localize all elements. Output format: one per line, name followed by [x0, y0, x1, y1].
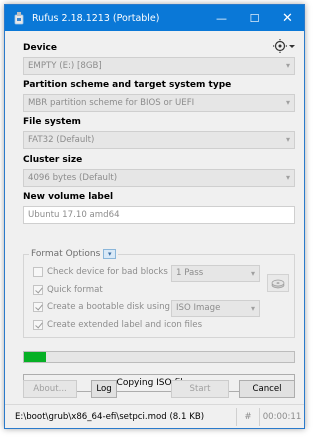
passes-select[interactable]: 1 Pass ▾: [171, 265, 260, 282]
current-file-path: E:\boot\grub\x86_64-efi\setpci.mod (8.1 …: [15, 411, 205, 422]
extended-label-checkbox[interactable]: [33, 320, 43, 330]
cluster-value: 4096 bytes (Default): [28, 173, 118, 183]
hash-button[interactable]: #: [237, 412, 259, 422]
bootable-option[interactable]: Create a bootable disk using: [33, 302, 170, 312]
quick-format-option[interactable]: Quick format: [33, 285, 103, 295]
usb-drive-icon: [14, 12, 24, 25]
bootable-checkbox[interactable]: [33, 302, 43, 312]
about-button[interactable]: About...: [23, 380, 77, 398]
bootable-label: Create a bootable disk using: [47, 302, 170, 312]
boot-source-select[interactable]: ISO Image ▾: [171, 300, 260, 317]
chevron-down-icon: ▾: [250, 304, 255, 313]
quick-format-label: Quick format: [47, 285, 103, 295]
passes-value: 1 Pass: [176, 268, 204, 278]
filesystem-select[interactable]: FAT32 (Default) ▾: [23, 131, 295, 149]
cancel-button[interactable]: Cancel: [239, 380, 295, 398]
maximize-button[interactable]: ☐: [238, 5, 271, 31]
disk-image-icon: [271, 279, 285, 289]
cluster-select[interactable]: 4096 bytes (Default) ▾: [23, 169, 295, 187]
title-bar[interactable]: Rufus 2.18.1213 (Portable) — ☐ ✕: [5, 5, 304, 31]
chevron-down-icon: ▾: [250, 269, 255, 278]
bad-blocks-checkbox[interactable]: [33, 267, 43, 277]
main-panel: Device EMPTY (E:) [8GB] ▾ Partition sche…: [5, 31, 304, 403]
bad-blocks-label: Check device for bad blocks: [47, 267, 168, 277]
boot-source-value: ISO Image: [176, 303, 221, 313]
device-label: Device: [23, 43, 57, 53]
format-options-legend: Format Options ▾: [29, 249, 119, 259]
device-select[interactable]: EMPTY (E:) [8GB] ▾: [23, 57, 295, 75]
volume-label-caption: New volume label: [23, 192, 114, 202]
start-button[interactable]: Start: [171, 380, 229, 398]
rufus-window: Rufus 2.18.1213 (Portable) — ☐ ✕ Device …: [4, 4, 305, 429]
window-title: Rufus 2.18.1213 (Portable): [32, 12, 160, 24]
cluster-label: Cluster size: [23, 155, 83, 165]
chevron-down-icon: ▾: [285, 98, 290, 107]
extended-label-text: Create extended label and icon files: [47, 320, 203, 330]
volume-label-input[interactable]: Ubuntu 17.10 amd64: [23, 206, 295, 224]
select-image-button[interactable]: [267, 274, 289, 292]
settings-dropdown-icon[interactable]: [273, 39, 295, 53]
chevron-down-icon: ▾: [285, 135, 290, 144]
close-button[interactable]: ✕: [271, 5, 304, 31]
device-value: EMPTY (E:) [8GB]: [28, 61, 102, 71]
extended-label-option[interactable]: Create extended label and icon files: [33, 320, 202, 330]
chevron-down-icon: ▾: [285, 173, 290, 182]
format-options-title: Format Options: [31, 249, 101, 259]
quick-format-checkbox[interactable]: [33, 285, 43, 295]
progress-fill: [24, 352, 46, 362]
expand-toggle-icon[interactable]: ▾: [103, 249, 117, 259]
partition-select[interactable]: MBR partition scheme for BIOS or UEFI ▾: [23, 94, 295, 112]
bad-blocks-option[interactable]: Check device for bad blocks: [33, 267, 168, 277]
log-button[interactable]: Log: [91, 380, 117, 398]
partition-label: Partition scheme and target system type: [23, 80, 232, 90]
filesystem-value: FAT32 (Default): [28, 135, 95, 145]
partition-value: MBR partition scheme for BIOS or UEFI: [28, 98, 195, 108]
elapsed-time: 00:00:11: [262, 411, 302, 422]
minimize-button[interactable]: —: [205, 5, 238, 31]
progress-bar: [23, 351, 295, 363]
status-bar: E:\boot\grub\x86_64-efi\setpci.mod (8.1 …: [5, 404, 304, 428]
filesystem-label: File system: [23, 117, 81, 127]
chevron-down-icon: ▾: [285, 61, 290, 70]
